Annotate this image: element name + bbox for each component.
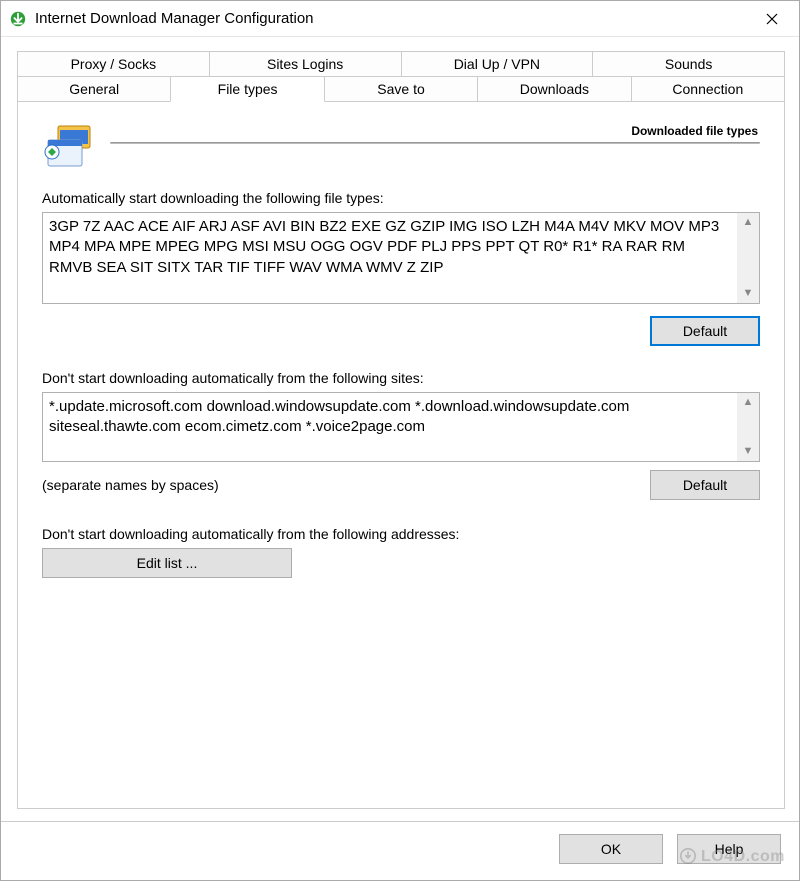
scroll-down-icon[interactable]: ▼ [743, 446, 754, 457]
filetypes-input[interactable] [43, 213, 737, 303]
excluded-sites-label: Don't start downloading automatically fr… [42, 370, 760, 386]
tab-downloads[interactable]: Downloads [477, 76, 631, 102]
filetypes-scrollbar[interactable]: ▲ ▼ [737, 213, 759, 303]
tab-sites-logins[interactable]: Sites Logins [209, 51, 402, 77]
section-rule [110, 142, 760, 144]
file-types-icon [42, 124, 98, 170]
dialog-footer: OK Help LO4D.com [1, 821, 799, 880]
config-window: Internet Download Manager Configuration … [0, 0, 800, 881]
tab-container: Proxy / Socks Sites Logins Dial Up / VPN… [17, 51, 785, 102]
filetypes-label: Automatically start downloading the foll… [42, 190, 760, 206]
help-button[interactable]: Help [677, 834, 781, 864]
excluded-sites-hint: (separate names by spaces) [42, 477, 219, 493]
tab-file-types[interactable]: File types [170, 76, 324, 102]
section-heading: Downloaded file types [631, 124, 758, 138]
tab-sounds[interactable]: Sounds [592, 51, 785, 77]
tab-save-to[interactable]: Save to [324, 76, 478, 102]
edit-list-button[interactable]: Edit list ... [42, 548, 292, 578]
tab-general[interactable]: General [17, 76, 171, 102]
close-button[interactable] [749, 3, 795, 35]
excluded-sites-input-wrap: ▲ ▼ [42, 392, 760, 462]
excluded-sites-default-button[interactable]: Default [650, 470, 760, 500]
tab-connection[interactable]: Connection [631, 76, 785, 102]
scroll-up-icon[interactable]: ▲ [743, 397, 754, 408]
excluded-sites-input[interactable] [43, 393, 737, 461]
filetypes-input-wrap: ▲ ▼ [42, 212, 760, 304]
app-icon [9, 10, 27, 28]
excluded-sites-scrollbar[interactable]: ▲ ▼ [737, 393, 759, 461]
excluded-addresses-label: Don't start downloading automatically fr… [42, 526, 760, 542]
ok-button[interactable]: OK [559, 834, 663, 864]
tab-dialup-vpn[interactable]: Dial Up / VPN [401, 51, 594, 77]
scroll-down-icon[interactable]: ▼ [743, 288, 754, 299]
tab-proxy-socks[interactable]: Proxy / Socks [17, 51, 210, 77]
scroll-up-icon[interactable]: ▲ [743, 217, 754, 228]
filetypes-default-button[interactable]: Default [650, 316, 760, 346]
titlebar: Internet Download Manager Configuration [1, 1, 799, 37]
window-title: Internet Download Manager Configuration [35, 10, 749, 27]
content-area: Proxy / Socks Sites Logins Dial Up / VPN… [1, 37, 799, 821]
panel-header: Downloaded file types [42, 124, 760, 170]
file-types-panel: Downloaded file types Automatically star… [17, 102, 785, 809]
